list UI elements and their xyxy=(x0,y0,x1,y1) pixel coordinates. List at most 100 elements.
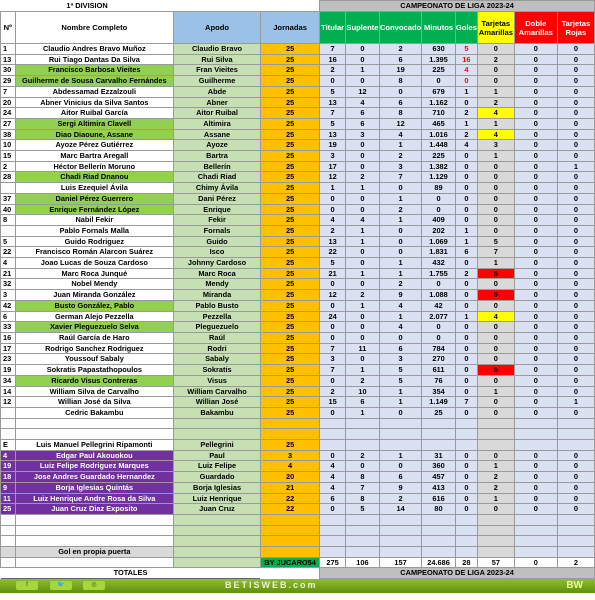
goles: 1 xyxy=(454,85,478,98)
rojas: 0 xyxy=(556,150,595,162)
suplente: 1 xyxy=(345,235,380,248)
rojas xyxy=(556,535,595,547)
nickname: Visus xyxy=(173,374,261,387)
goles: 1 xyxy=(454,310,478,323)
player-number xyxy=(0,406,16,419)
amarillas xyxy=(476,545,515,558)
jornadas: 3 xyxy=(259,449,321,462)
goles: 0 xyxy=(454,406,478,419)
suplente: 2 xyxy=(345,449,380,462)
doble-amarillas: 0 xyxy=(513,267,558,280)
player-name: Joao Lucas de Souza Cardoso xyxy=(14,257,175,269)
amarillas: 0 xyxy=(476,64,515,77)
titular: 6 xyxy=(319,492,346,505)
player-name: Abdessamad Ezzalzouli xyxy=(14,85,175,98)
suplente: 1 xyxy=(345,182,380,194)
doble-amarillas: 0 xyxy=(513,278,558,291)
rojas: 0 xyxy=(556,449,595,462)
doble-amarillas: 0 xyxy=(513,353,558,366)
convocado: 1 xyxy=(378,310,423,323)
suplente: 4 xyxy=(345,214,380,226)
doble-amarillas: 0 xyxy=(513,492,558,505)
suplente: 0 xyxy=(345,321,380,333)
doble-amarillas: 0 xyxy=(513,289,558,301)
amarillas: 4 xyxy=(476,128,515,141)
jornadas: 25 xyxy=(259,43,321,55)
minutos xyxy=(421,524,456,537)
minutos: 710 xyxy=(421,107,456,119)
goles: 0 xyxy=(454,171,478,184)
rojas: 0 xyxy=(556,107,595,119)
player-number: 15 xyxy=(0,150,16,162)
player-number: 10 xyxy=(0,139,16,152)
minutos: 409 xyxy=(421,214,456,226)
jornadas xyxy=(259,417,321,430)
rojas: 0 xyxy=(556,235,595,248)
goles: 7 xyxy=(454,396,478,408)
rojas: 0 xyxy=(556,481,595,494)
rojas: 0 xyxy=(556,503,595,515)
nickname: Claudio Bravo xyxy=(173,43,261,55)
player-number: 4 xyxy=(0,257,16,269)
player-number: 4 xyxy=(0,449,16,462)
nickname: Borja Iglesias xyxy=(173,481,261,494)
suplente: 0 xyxy=(345,310,380,323)
suplente: 0 xyxy=(345,331,380,344)
table-row: 33 Xavier Pleguezuelo Selva Pleguezuelo 25 0… xyxy=(0,321,595,333)
jornadas: 25 xyxy=(259,267,321,280)
suplente: 6 xyxy=(345,396,380,408)
instagram-icon[interactable]: ◎ xyxy=(83,581,105,590)
player-name: Raúl García de Haro xyxy=(14,331,175,344)
nickname xyxy=(173,545,261,558)
rojas: 0 xyxy=(556,96,595,109)
rojas: 0 xyxy=(556,385,595,398)
titular: 5 xyxy=(319,257,346,269)
footer-banner: f 🐦 ◎ BETISWEB.com BW xyxy=(0,579,595,593)
player-name: Youssouf Sabaly xyxy=(14,353,175,366)
rojas: 0 xyxy=(556,192,595,205)
column-header: Convocado xyxy=(378,11,423,44)
convocado: 3 xyxy=(378,160,423,173)
table-row: 4 Edgar Paul Akouokou Paul 3 0 2 1 31 0 0 0 0 xyxy=(0,449,595,462)
doble-amarillas: 0 xyxy=(513,64,558,77)
suplente: 2 xyxy=(345,171,380,184)
jornadas: 4 xyxy=(259,460,321,473)
stats-table: 1ª DIVISION CAMPEONATO DE LIGA 2023-24 N… xyxy=(0,0,595,580)
suplente: 1 xyxy=(345,64,380,77)
goles: 0 xyxy=(454,203,478,216)
amarillas: 1 xyxy=(476,257,515,269)
twitter-icon[interactable]: 🐦 xyxy=(50,581,72,590)
goles: 0 xyxy=(454,460,478,473)
minutos: 1.129 xyxy=(421,171,456,184)
player-name: Ayoze Pérez Gutiérrez xyxy=(14,139,175,152)
titular: 4 xyxy=(319,460,346,473)
player-name: Francisco Román Alarcon Suárez xyxy=(14,246,175,259)
player-number: 28 xyxy=(0,171,16,184)
rojas: 0 xyxy=(556,224,595,237)
nickname: Rui Silva xyxy=(173,53,261,66)
goles: 0 xyxy=(454,192,478,205)
jornadas: 25 xyxy=(259,310,321,323)
facebook-icon[interactable]: f xyxy=(16,581,38,590)
amarillas: 1 xyxy=(476,117,515,130)
nickname: Dani Pérez xyxy=(173,192,261,205)
doble-amarillas: 0 xyxy=(513,150,558,162)
player-name: Luiz Felipe Rodriguez Marques xyxy=(14,460,175,473)
convocado: 6 xyxy=(378,471,423,483)
table-row: 12 Willian José da Silva Willian José 25 15 6… xyxy=(0,396,595,408)
suplente: 0 xyxy=(345,192,380,205)
convocado: 0 xyxy=(378,85,423,98)
doble-amarillas: 0 xyxy=(513,310,558,323)
suplente: 0 xyxy=(345,43,380,55)
titular: 0 xyxy=(319,299,346,312)
suplente xyxy=(345,513,380,526)
minutos xyxy=(421,513,456,526)
amarillas: 1 xyxy=(476,150,515,162)
table-row xyxy=(0,417,595,430)
minutos: 1.149 xyxy=(421,396,456,408)
jornadas: 25 xyxy=(259,321,321,333)
player-name: Borja Iglesias Quintás xyxy=(14,481,175,494)
goles: 0 xyxy=(454,150,478,162)
goles xyxy=(454,535,478,547)
player-number: 3 xyxy=(0,289,16,301)
